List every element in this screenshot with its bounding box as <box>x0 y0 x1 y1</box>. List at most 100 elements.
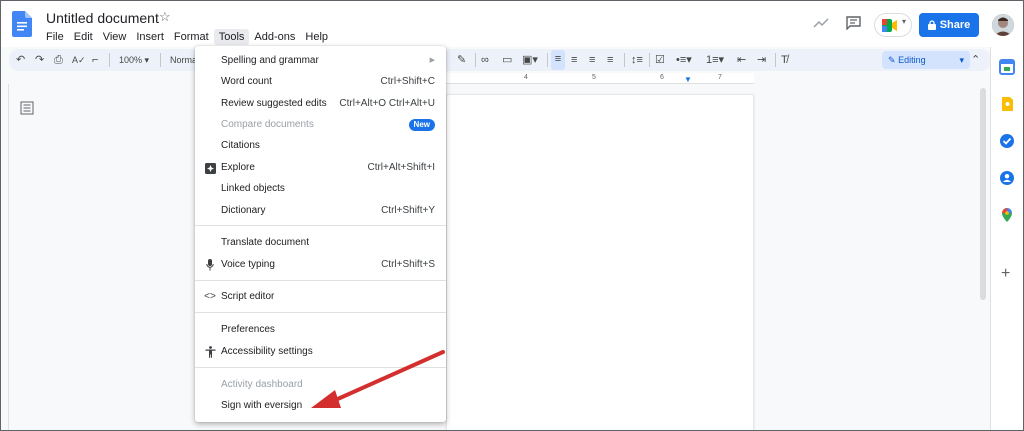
menu-item-review-suggested-edits[interactable]: Review suggested edits Ctrl+Alt+O Ctrl+A… <box>195 94 446 114</box>
document-page[interactable] <box>446 94 754 430</box>
comment-history-icon[interactable] <box>846 16 861 30</box>
toolbar-divider <box>475 53 476 67</box>
paint-format-icon[interactable]: ⌐ <box>92 51 98 69</box>
maps-icon[interactable] <box>999 207 1015 223</box>
menu-item-label: Dictionary <box>221 205 266 216</box>
docs-logo-icon[interactable] <box>12 11 32 37</box>
checklist-icon[interactable]: ☑ <box>655 51 665 69</box>
menu-item-label: Preferences <box>221 324 275 335</box>
app-window: Untitled document ☆ File Edit View Inser… <box>0 0 1024 431</box>
meet-button[interactable]: ▾ <box>874 13 912 37</box>
menu-item-linked-objects[interactable]: Linked objects <box>195 179 446 199</box>
ruler-tick: 6 <box>660 74 664 81</box>
highlight-icon[interactable]: ✎ <box>457 51 466 69</box>
menu-divider <box>195 280 446 281</box>
print-icon[interactable]: ⎙ <box>54 51 63 69</box>
side-panel: + <box>990 47 1023 430</box>
tools-menu: Spelling and grammar ▶ Word count Ctrl+S… <box>195 46 446 422</box>
meet-dropdown-icon: ▾ <box>902 17 907 26</box>
tasks-icon[interactable] <box>999 133 1015 149</box>
menu-item-shortcut: Ctrl+Shift+C <box>380 76 435 87</box>
menu-item-sign-with-eversign[interactable]: Sign with eversign <box>195 396 446 416</box>
ruler-tick: 5 <box>592 74 596 81</box>
add-addon-icon[interactable]: + <box>1001 265 1010 283</box>
menu-item-script-editor[interactable]: <> Script editor <box>195 287 446 307</box>
menu-file[interactable]: File <box>41 29 69 45</box>
line-spacing-icon[interactable]: ↕≡ <box>631 51 643 69</box>
menu-item-label: Activity dashboard <box>221 379 303 390</box>
menu-divider <box>195 367 446 368</box>
menu-item-citations[interactable]: Citations <box>195 136 446 156</box>
vertical-ruler <box>1 84 9 430</box>
align-center-icon[interactable]: ≡ <box>571 51 577 69</box>
accessibility-icon <box>204 342 216 362</box>
menu-item-shortcut: Ctrl+Alt+O Ctrl+Alt+U <box>339 98 435 109</box>
menu-item-accessibility-settings[interactable]: Accessibility settings <box>195 342 446 362</box>
menu-item-compare-documents: Compare documents New <box>195 115 446 135</box>
align-justify-icon[interactable]: ≡ <box>607 51 613 69</box>
menu-item-preferences[interactable]: Preferences <box>195 320 446 340</box>
clear-formatting-icon[interactable]: T̸ <box>781 51 788 69</box>
calendar-icon[interactable] <box>999 59 1015 75</box>
menu-item-voice-typing[interactable]: Voice typing Ctrl+Shift+S <box>195 255 446 275</box>
share-button[interactable]: Share <box>919 13 979 37</box>
menu-item-translate-document[interactable]: Translate document <box>195 233 446 253</box>
menu-divider <box>195 225 446 226</box>
submenu-arrow-icon: ▶ <box>429 57 435 64</box>
menu-item-word-count[interactable]: Word count Ctrl+Shift+C <box>195 72 446 92</box>
menu-item-label: Sign with eversign <box>221 400 303 411</box>
toolbar-divider <box>109 53 110 67</box>
document-outline-icon[interactable] <box>20 101 34 115</box>
align-right-icon[interactable]: ≡ <box>589 51 595 69</box>
decrease-indent-icon[interactable]: ⇤ <box>737 51 746 69</box>
spellcheck-icon[interactable]: A✓ <box>72 51 86 69</box>
right-indent-marker-icon[interactable]: ▼ <box>684 75 692 84</box>
increase-indent-icon[interactable]: ⇥ <box>757 51 766 69</box>
menu-item-shortcut: Ctrl+Alt+Shift+I <box>367 162 435 173</box>
toolbar-divider <box>775 53 776 67</box>
vertical-scrollbar[interactable] <box>980 88 986 300</box>
toolbar-divider <box>649 53 650 67</box>
menu-help[interactable]: Help <box>300 29 333 45</box>
explore-icon <box>204 158 216 178</box>
redo-icon[interactable]: ↷ <box>35 51 44 69</box>
menu-addons[interactable]: Add-ons <box>249 29 300 45</box>
image-icon[interactable]: ▣▾ <box>522 51 538 69</box>
menu-edit[interactable]: Edit <box>69 29 98 45</box>
menu-view[interactable]: View <box>98 29 132 45</box>
toolbar-divider <box>160 53 161 67</box>
menu-format[interactable]: Format <box>169 29 214 45</box>
bulleted-list-icon[interactable]: •≡▾ <box>676 51 692 69</box>
chevron-up-icon[interactable]: ⌃ <box>971 51 980 69</box>
comment-icon[interactable]: ▭ <box>502 51 512 69</box>
toolbar-divider <box>624 53 625 67</box>
menu-item-label: Linked objects <box>221 183 285 194</box>
menu-item-explore[interactable]: Explore Ctrl+Alt+Shift+I <box>195 158 446 178</box>
star-icon[interactable]: ☆ <box>159 9 171 25</box>
menu-item-label: Accessibility settings <box>221 346 313 357</box>
trending-icon[interactable] <box>813 17 829 29</box>
undo-icon[interactable]: ↶ <box>16 51 25 69</box>
menu-item-label: Word count <box>221 76 272 87</box>
editing-mode-select[interactable]: ✎ Editing ▾ <box>882 51 970 69</box>
menu-item-label: Citations <box>221 140 260 151</box>
menu-item-shortcut: Ctrl+Shift+S <box>381 259 435 270</box>
document-title[interactable]: Untitled document <box>46 10 159 26</box>
zoom-select[interactable]: 100% ▾ <box>119 51 149 69</box>
align-left-icon[interactable]: ≡ <box>551 50 565 70</box>
menu-item-label: Spelling and grammar <box>221 55 319 66</box>
menu-item-spelling-grammar[interactable]: Spelling and grammar ▶ <box>195 51 446 71</box>
menu-item-dictionary[interactable]: Dictionary Ctrl+Shift+Y <box>195 201 446 221</box>
contacts-icon[interactable] <box>999 170 1015 186</box>
menu-item-shortcut: Ctrl+Shift+Y <box>381 205 435 216</box>
link-icon[interactable]: ∞ <box>481 51 489 69</box>
menu-insert[interactable]: Insert <box>131 29 169 45</box>
new-badge: New <box>408 119 435 131</box>
menu-tools[interactable]: Tools <box>213 29 250 45</box>
avatar[interactable] <box>992 14 1014 36</box>
header: Untitled document ☆ File Edit View Inser… <box>1 1 1023 47</box>
share-label: Share <box>939 19 971 31</box>
numbered-list-icon[interactable]: 1≡▾ <box>706 51 724 69</box>
code-icon: <> <box>204 291 216 302</box>
keep-icon[interactable] <box>999 96 1015 112</box>
